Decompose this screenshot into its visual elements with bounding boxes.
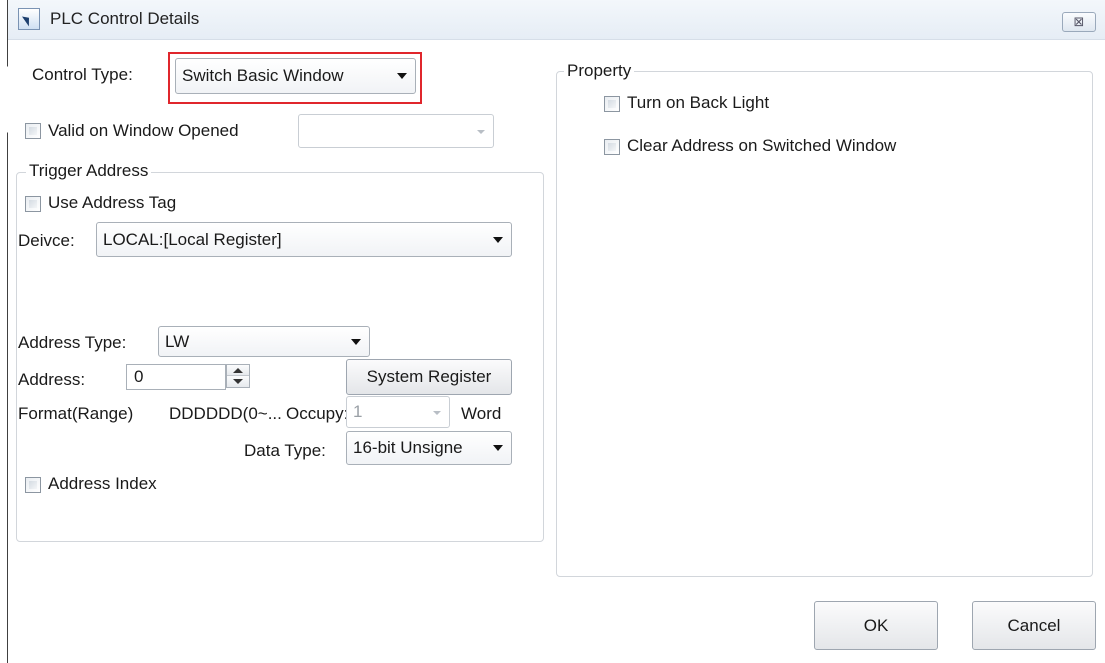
address-value: 0 xyxy=(134,367,144,386)
control-type-label: Control Type: xyxy=(32,65,133,84)
data-type-select[interactable]: 16-bit Unsigne xyxy=(346,431,512,465)
close-icon: ⊠ xyxy=(1073,14,1085,29)
address-type-label: Address Type: xyxy=(18,333,127,352)
occupy-select[interactable]: 1 xyxy=(346,396,450,428)
data-type-label: Data Type: xyxy=(244,441,326,460)
occupy-label: Occupy: xyxy=(286,404,349,423)
address-type-select[interactable]: LW xyxy=(158,326,370,357)
chevron-down-icon xyxy=(477,130,485,134)
device-value: LOCAL:[Local Register] xyxy=(103,230,282,249)
property-title: Property xyxy=(564,61,635,81)
clear-address-label: Clear Address on Switched Window xyxy=(627,136,897,155)
close-button[interactable]: ⊠ xyxy=(1062,12,1096,32)
address-input[interactable]: 0 xyxy=(126,364,226,390)
control-type-select[interactable]: Switch Basic Window xyxy=(175,58,416,94)
ok-button[interactable]: OK xyxy=(814,601,938,650)
control-type-value: Switch Basic Window xyxy=(182,66,344,85)
window-select[interactable] xyxy=(298,114,494,148)
spin-up-icon[interactable] xyxy=(227,365,249,376)
device-select[interactable]: LOCAL:[Local Register] xyxy=(96,222,512,257)
valid-on-window-opened-checkbox[interactable] xyxy=(25,123,41,139)
window-left-edge xyxy=(0,0,9,663)
data-type-value: 16-bit Unsigne xyxy=(353,438,463,457)
occupy-value: 1 xyxy=(353,402,363,421)
address-spinner[interactable] xyxy=(226,364,250,388)
chevron-down-icon xyxy=(397,73,407,79)
chevron-down-icon xyxy=(493,236,503,243)
chevron-down-icon xyxy=(493,445,503,451)
format-range-value: DDDDDD(0~... xyxy=(169,404,282,423)
address-index-label: Address Index xyxy=(48,474,157,493)
use-address-tag-checkbox[interactable] xyxy=(25,196,41,212)
address-index-checkbox[interactable] xyxy=(25,477,41,493)
plc-control-details-dialog: PLC Control Details ⊠ Control Type: Swit… xyxy=(8,0,1105,663)
title-bar[interactable]: PLC Control Details ⊠ xyxy=(8,0,1105,40)
format-label: Format(Range) xyxy=(18,404,134,423)
use-address-tag-label: Use Address Tag xyxy=(48,193,177,212)
valid-on-window-opened-label: Valid on Window Opened xyxy=(48,121,239,140)
address-type-value: LW xyxy=(165,332,190,351)
address-label: Address: xyxy=(18,370,86,389)
turn-on-back-light-label: Turn on Back Light xyxy=(627,93,770,112)
cancel-button[interactable]: Cancel xyxy=(972,601,1096,650)
window-title: PLC Control Details xyxy=(50,9,200,28)
turn-on-back-light-checkbox[interactable] xyxy=(604,96,620,112)
occupy-unit: Word xyxy=(461,404,502,423)
spin-down-icon[interactable] xyxy=(227,376,249,387)
app-icon xyxy=(18,8,40,30)
chevron-down-icon xyxy=(351,338,361,345)
trigger-address-title: Trigger Address xyxy=(26,161,152,181)
clear-address-checkbox[interactable] xyxy=(604,139,620,155)
device-label: Deivce: xyxy=(18,231,75,250)
chevron-down-icon xyxy=(433,411,441,415)
system-register-button[interactable]: System Register xyxy=(346,359,512,395)
